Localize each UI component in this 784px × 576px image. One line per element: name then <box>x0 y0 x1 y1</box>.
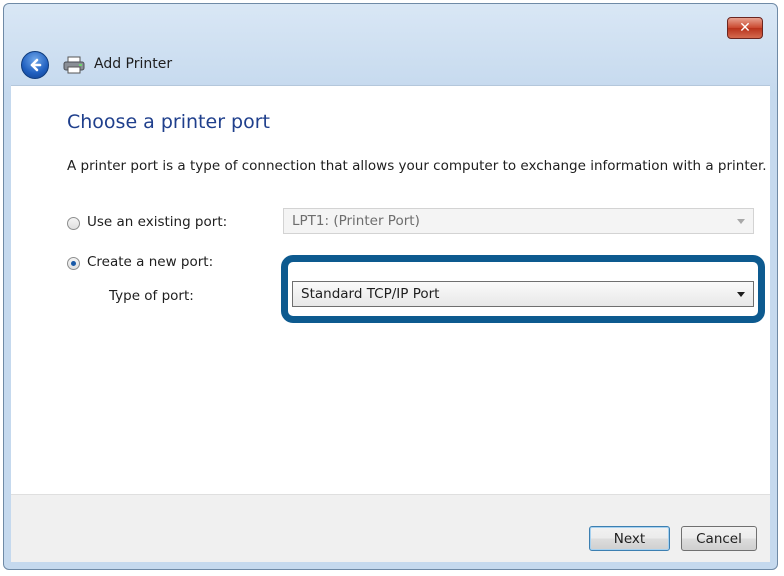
wizard-content: Choose a printer port A printer port is … <box>11 85 770 494</box>
close-icon: ✕ <box>739 20 751 36</box>
existing-port-value: LPT1: (Printer Port) <box>292 213 420 229</box>
existing-port-dropdown: LPT1: (Printer Port) <box>283 208 754 234</box>
window-title: Add Printer <box>94 56 173 72</box>
highlight-frame <box>281 255 765 323</box>
port-type-label: Type of port: <box>109 288 194 304</box>
page-heading: Choose a printer port <box>67 111 270 133</box>
new-port-label[interactable]: Create a new port: <box>87 254 213 270</box>
back-button[interactable] <box>21 51 49 79</box>
existing-port-label[interactable]: Use an existing port: <box>87 214 227 230</box>
chevron-down-icon <box>737 219 745 224</box>
new-port-radio[interactable] <box>67 257 80 270</box>
add-printer-window: ✕ Add Printer Choose a printer port A pr… <box>3 3 778 570</box>
cancel-button[interactable]: Cancel <box>681 526 757 551</box>
wizard-footer: Next Cancel <box>11 494 770 562</box>
close-button[interactable]: ✕ <box>727 17 763 39</box>
back-arrow-icon <box>30 58 42 72</box>
next-button[interactable]: Next <box>589 526 670 551</box>
existing-port-radio[interactable] <box>67 217 80 230</box>
page-description: A printer port is a type of connection t… <box>67 158 767 174</box>
printer-icon <box>63 56 85 74</box>
